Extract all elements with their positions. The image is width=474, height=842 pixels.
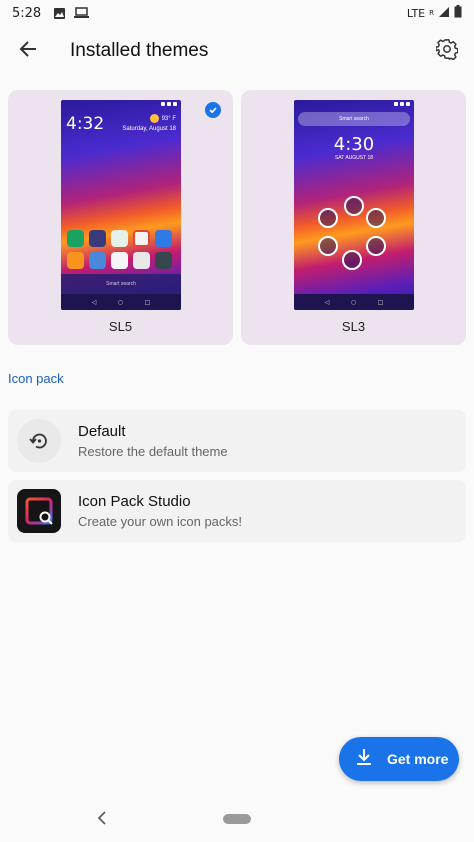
signal-icon xyxy=(438,6,450,21)
list-item-subtitle: Create your own icon packs! xyxy=(78,514,243,529)
preview-weather: 93° F Saturday, August 18 xyxy=(122,114,176,134)
preview-ring-icon xyxy=(318,236,338,256)
system-home-pill[interactable] xyxy=(223,814,251,824)
preview-search: Smart search xyxy=(298,112,410,126)
image-icon xyxy=(53,7,66,20)
system-nav-bar xyxy=(0,800,474,842)
preview-date: SAT AUGUST 18 xyxy=(334,155,374,161)
list-item-subtitle: Restore the default theme xyxy=(78,444,228,459)
get-more-button[interactable]: Get more xyxy=(339,737,459,781)
preview-ring-icon xyxy=(342,250,362,270)
network-type: LTE xyxy=(406,6,426,20)
chevron-left-icon xyxy=(97,810,107,830)
preview-search: Smart search xyxy=(61,274,181,294)
icon-pack-studio-icon xyxy=(17,489,61,533)
preview-status-bar xyxy=(294,100,414,108)
status-time: 5:28 xyxy=(12,5,42,21)
theme-card-sl5[interactable]: 4:32 93° F Saturday, August 18 Smart sea… xyxy=(8,90,233,345)
preview-nav-bar: ◁ ○ □ xyxy=(294,294,414,310)
list-item-icon-pack-studio[interactable]: Icon Pack Studio Create your own icon pa… xyxy=(8,480,466,542)
restore-icon xyxy=(17,419,61,463)
arrow-back-icon xyxy=(18,39,38,64)
preview-clock: 4:30 xyxy=(333,134,375,155)
theme-name: SL5 xyxy=(108,319,133,334)
gallery-icon xyxy=(155,252,172,269)
preview-status-bar xyxy=(61,100,181,108)
camera-icon xyxy=(133,252,150,269)
list-item-title: Icon Pack Studio xyxy=(78,493,191,510)
globe-icon xyxy=(89,252,106,269)
email-icon xyxy=(133,230,150,247)
system-back-button[interactable] xyxy=(92,810,112,830)
page-title: Installed themes xyxy=(70,40,209,61)
settings-button[interactable] xyxy=(432,36,462,66)
messages-icon xyxy=(111,230,128,247)
orange-app-icon xyxy=(67,252,84,269)
status-bar: 5:28 LTE R xyxy=(0,0,474,26)
preview-date: Saturday, August 18 xyxy=(122,126,176,133)
hangouts-icon xyxy=(67,230,84,247)
folder-icon xyxy=(89,230,106,247)
battery-icon xyxy=(454,5,462,21)
laptop-icon xyxy=(74,7,90,19)
theme-card-sl3[interactable]: Smart search 4:30 SAT AUGUST 18 ◁ ○ □ SL3 xyxy=(241,90,466,345)
download-icon xyxy=(355,748,373,771)
preview-ring-icon xyxy=(366,208,386,228)
get-more-label: Get more xyxy=(387,751,449,767)
theme-cards: 4:32 93° F Saturday, August 18 Smart sea… xyxy=(8,90,466,345)
theme-name: SL3 xyxy=(341,319,366,334)
preview-app-grid xyxy=(67,230,175,269)
flower-icon xyxy=(111,252,128,269)
preview-nav-bar: ◁ ○ □ xyxy=(61,294,181,310)
preview-ring-icon xyxy=(318,208,338,228)
preview-ring-icon xyxy=(344,196,364,216)
theme-preview-sl5: 4:32 93° F Saturday, August 18 Smart sea… xyxy=(61,100,181,310)
roaming-indicator: R xyxy=(429,9,434,17)
section-label-icon-pack: Icon pack xyxy=(8,371,64,386)
selected-check-icon xyxy=(205,102,221,118)
preview-ring-icon xyxy=(366,236,386,256)
preview-clock: 4:32 xyxy=(66,114,105,134)
app-bar: Installed themes xyxy=(0,26,474,76)
list-item-title: Default xyxy=(78,423,126,440)
gear-icon xyxy=(435,38,459,65)
list-item-default[interactable]: Default Restore the default theme xyxy=(8,410,466,472)
phone-icon xyxy=(155,230,172,247)
theme-preview-sl3: Smart search 4:30 SAT AUGUST 18 ◁ ○ □ xyxy=(294,100,414,310)
back-button[interactable] xyxy=(0,26,56,76)
status-right: LTE R xyxy=(407,5,462,21)
preview-temperature: 93° F xyxy=(161,116,176,123)
sun-icon xyxy=(149,114,159,123)
